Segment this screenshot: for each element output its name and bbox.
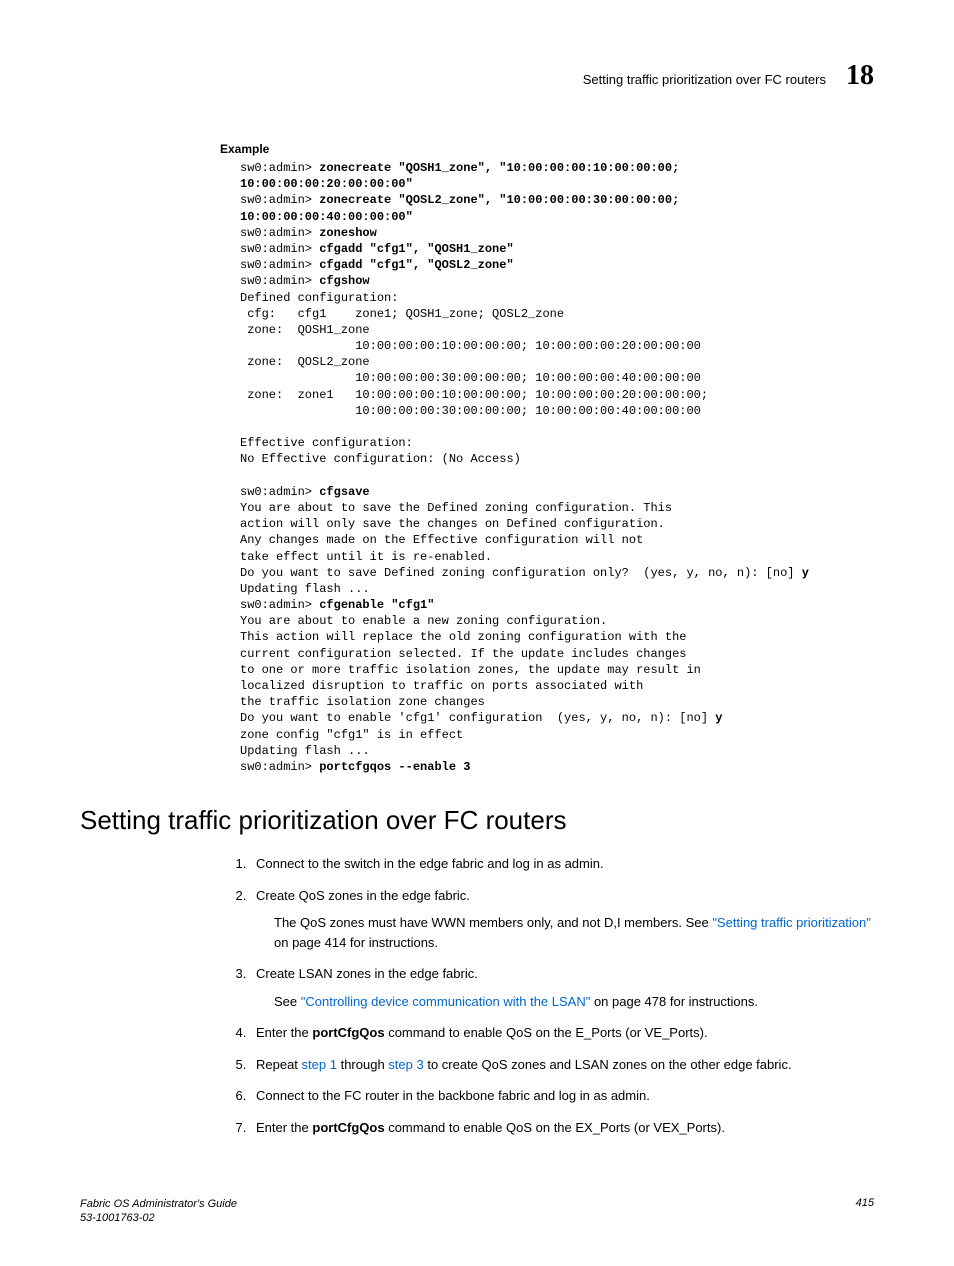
code-example: sw0:admin> zonecreate "QOSH1_zone", "10:… — [240, 160, 874, 775]
command-portcfgqos: portCfgQos — [312, 1120, 384, 1135]
link-step3[interactable]: step 3 — [388, 1057, 423, 1072]
step-6: Connect to the FC router in the backbone… — [250, 1086, 874, 1106]
footer-docnum: 53-1001763-02 — [80, 1212, 155, 1224]
step-text: Connect to the FC router in the backbone… — [256, 1088, 650, 1103]
step-2: Create QoS zones in the edge fabric. The… — [250, 886, 874, 953]
step-subtext: The QoS zones must have WWN members only… — [274, 913, 874, 952]
text: The QoS zones must have WWN members only… — [274, 915, 712, 930]
page-footer: Fabric OS Administrator's Guide 53-10017… — [80, 1197, 874, 1226]
link-step1[interactable]: step 1 — [302, 1057, 337, 1072]
steps-list: Connect to the switch in the edge fabric… — [250, 854, 874, 1137]
text: Enter the — [256, 1120, 312, 1135]
step-3: Create LSAN zones in the edge fabric. Se… — [250, 964, 874, 1011]
text: command to enable QoS on the EX_Ports (o… — [385, 1120, 725, 1135]
text: on page 414 for instructions. — [274, 935, 438, 950]
page-header: Setting traffic prioritization over FC r… — [80, 60, 874, 92]
command-portcfgqos: portCfgQos — [312, 1025, 384, 1040]
step-text: Connect to the switch in the edge fabric… — [256, 856, 604, 871]
step-text: Create QoS zones in the edge fabric. — [256, 888, 470, 903]
step-text: Create LSAN zones in the edge fabric. — [256, 966, 478, 981]
footer-left: Fabric OS Administrator's Guide 53-10017… — [80, 1197, 237, 1226]
step-7: Enter the portCfgQos command to enable Q… — [250, 1118, 874, 1138]
text: command to enable QoS on the E_Ports (or… — [385, 1025, 708, 1040]
step-4: Enter the portCfgQos command to enable Q… — [250, 1023, 874, 1043]
link-controlling-lsan[interactable]: "Controlling device communication with t… — [301, 994, 591, 1009]
step-1: Connect to the switch in the edge fabric… — [250, 854, 874, 874]
footer-guide: Fabric OS Administrator's Guide — [80, 1198, 237, 1210]
step-subtext: See "Controlling device communication wi… — [274, 992, 874, 1012]
text: See — [274, 994, 301, 1009]
example-label: Example — [220, 142, 874, 156]
chapter-number: 18 — [846, 60, 874, 92]
step-5: Repeat step 1 through step 3 to create Q… — [250, 1055, 874, 1075]
footer-page: 415 — [856, 1197, 874, 1226]
text: Enter the — [256, 1025, 312, 1040]
text: to create QoS zones and LSAN zones on th… — [424, 1057, 792, 1072]
text: on page 478 for instructions. — [590, 994, 758, 1009]
text: Repeat — [256, 1057, 302, 1072]
header-title: Setting traffic prioritization over FC r… — [583, 72, 826, 87]
link-setting-traffic[interactable]: "Setting traffic prioritization" — [712, 915, 871, 930]
text: through — [337, 1057, 388, 1072]
section-heading: Setting traffic prioritization over FC r… — [80, 805, 874, 836]
